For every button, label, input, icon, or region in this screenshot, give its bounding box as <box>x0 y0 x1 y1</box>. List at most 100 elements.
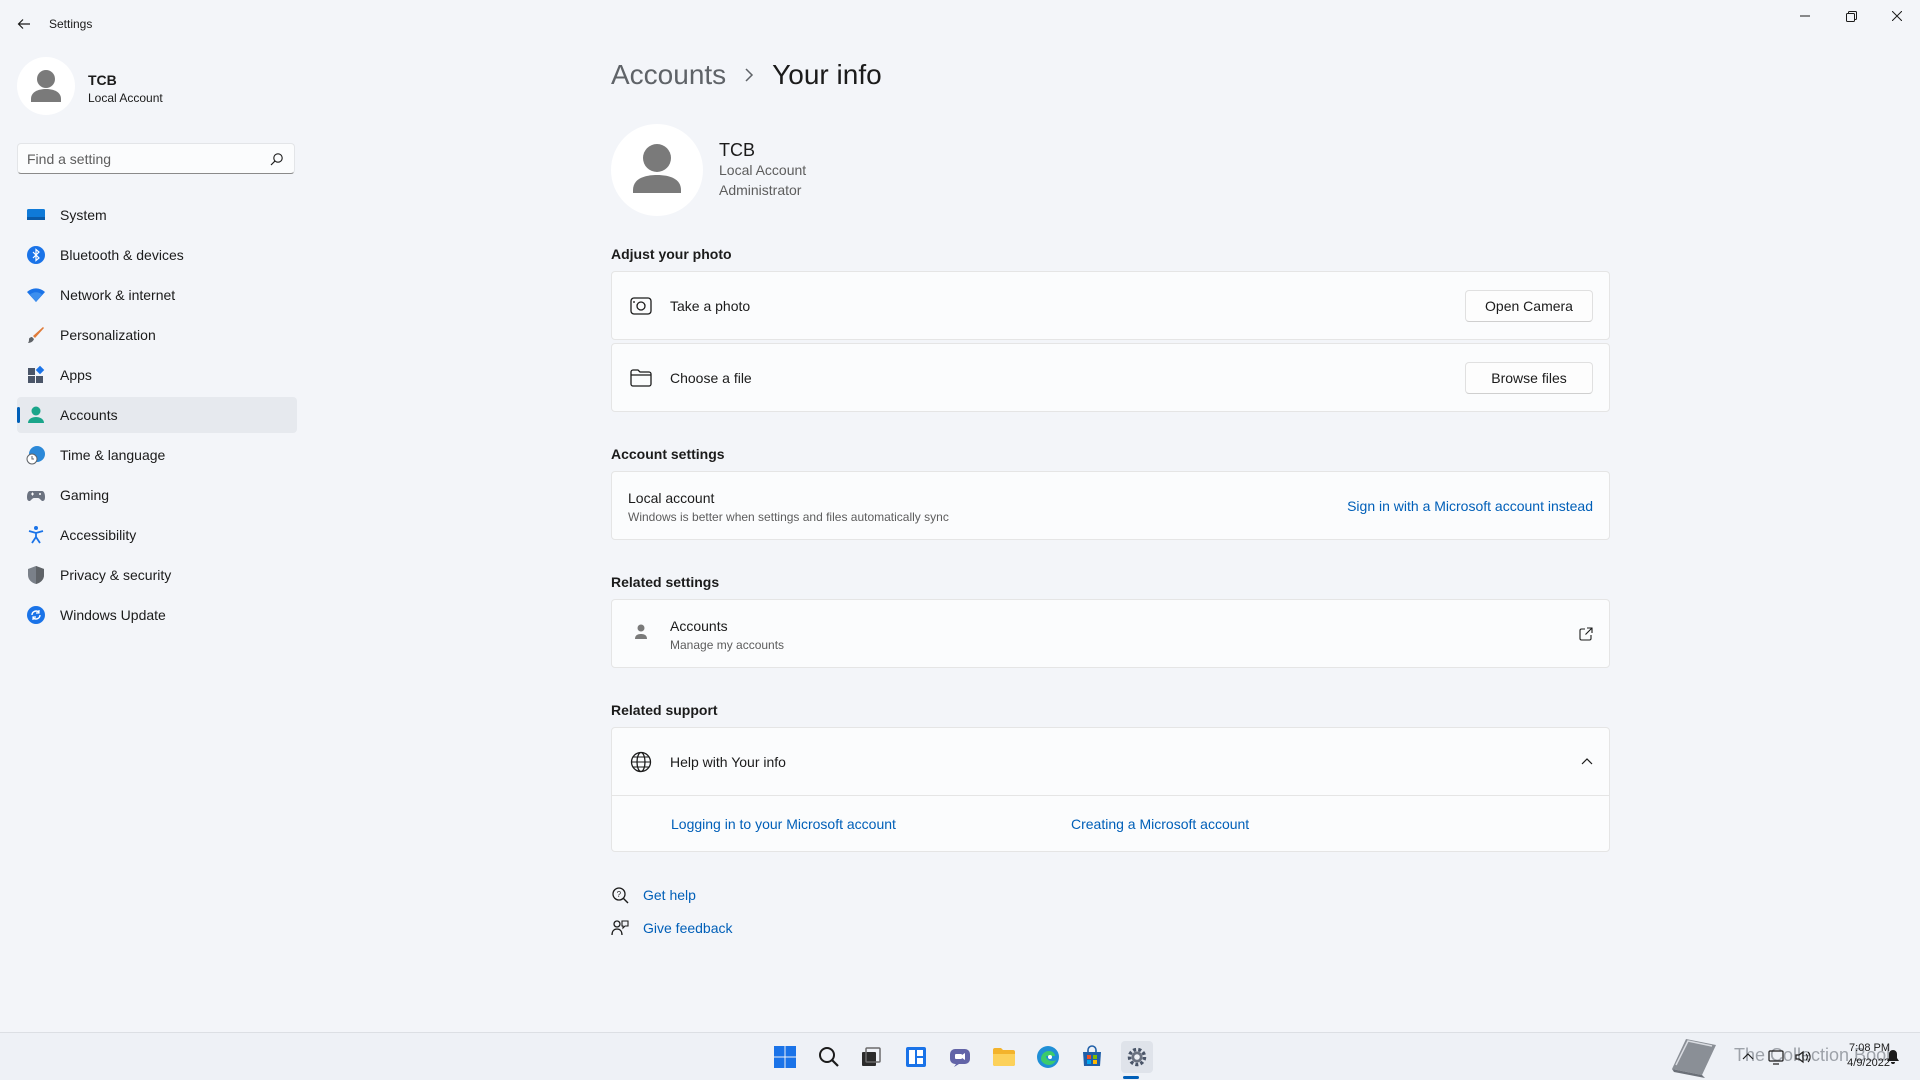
sidebar-item-accessibility[interactable]: Accessibility <box>17 517 297 553</box>
widgets-button[interactable] <box>900 1041 932 1073</box>
brush-icon <box>28 327 44 343</box>
globe-icon <box>630 751 652 773</box>
section-title-adjust-photo: Adjust your photo <box>611 246 732 262</box>
chevron-up-icon[interactable] <box>1581 756 1593 768</box>
give-feedback-link[interactable]: Give feedback <box>643 920 733 936</box>
sidebar-item-gaming[interactable]: Gaming <box>17 477 297 513</box>
related-accounts-card[interactable]: Accounts Manage my accounts <box>611 599 1610 668</box>
sidebar-item-bluetooth[interactable]: Bluetooth & devices <box>17 237 297 273</box>
choose-file-card: Choose a file Browse files <box>611 343 1610 412</box>
network-tray-icon[interactable] <box>1768 1049 1786 1065</box>
restore-button[interactable] <box>1828 0 1874 32</box>
minimize-button[interactable] <box>1782 0 1828 32</box>
help-link-logging-in[interactable]: Logging in to your Microsoft account <box>671 816 896 832</box>
browse-files-button[interactable]: Browse files <box>1465 362 1593 394</box>
system-icon <box>27 209 45 220</box>
volume-icon[interactable] <box>1794 1049 1812 1065</box>
choose-file-label: Choose a file <box>670 370 752 386</box>
close-button[interactable] <box>1874 0 1920 32</box>
help-your-info-card: Help with Your info Logging in to your M… <box>611 727 1610 852</box>
sidebar-item-label: Time & language <box>60 447 166 463</box>
chevron-up-icon[interactable] <box>1741 1050 1755 1064</box>
task-view-button[interactable] <box>855 1041 887 1073</box>
clock-globe-icon <box>26 446 45 465</box>
notification-bell-icon[interactable] <box>1885 1049 1901 1065</box>
edge-browser-icon <box>1037 1046 1059 1068</box>
sidebar-item-time-language[interactable]: Time & language <box>17 437 297 473</box>
minimize-icon <box>1800 15 1810 17</box>
settings-taskbar-button[interactable] <box>1121 1041 1153 1073</box>
user-role: Administrator <box>719 182 802 198</box>
breadcrumb-parent[interactable]: Accounts <box>611 59 726 91</box>
active-app-indicator <box>1123 1076 1139 1079</box>
svg-text:?: ? <box>617 890 622 899</box>
page-title: Your info <box>772 59 882 90</box>
sidebar-item-accounts[interactable]: Accounts <box>17 397 297 433</box>
windows-logo-icon <box>774 1046 796 1068</box>
folder-icon <box>993 1048 1015 1066</box>
clock-time: 7:08 PM <box>1849 1042 1890 1054</box>
profile-name: TCB <box>88 72 117 88</box>
help-link-creating-account[interactable]: Creating a Microsoft account <box>1071 816 1249 832</box>
chat-button[interactable] <box>944 1041 976 1073</box>
search-icon <box>819 1047 839 1067</box>
apps-icon <box>28 365 45 383</box>
chevron-right-icon <box>745 68 754 82</box>
search-input[interactable] <box>27 150 257 168</box>
sign-in-microsoft-link[interactable]: Sign in with a Microsoft account instead <box>1347 498 1593 514</box>
taskbar-search-button[interactable] <box>813 1041 845 1073</box>
get-help-link[interactable]: Get help <box>643 887 696 903</box>
shield-icon <box>28 566 44 584</box>
chat-icon <box>950 1049 970 1067</box>
start-button[interactable] <box>769 1041 801 1073</box>
accounts-icon <box>28 406 44 423</box>
back-button[interactable] <box>10 10 38 38</box>
search-icon[interactable] <box>270 152 284 166</box>
sidebar-item-apps[interactable]: Apps <box>17 357 297 393</box>
taskbar: The Collection Book 7:08 PM 4/9/2022 <box>0 1032 1920 1080</box>
store-button[interactable] <box>1076 1041 1108 1073</box>
help-your-info-header[interactable]: Help with Your info <box>612 728 1609 796</box>
section-title-related-support: Related support <box>611 702 718 718</box>
sidebar-item-label: Bluetooth & devices <box>60 247 184 263</box>
accessibility-icon <box>28 526 44 544</box>
take-photo-label: Take a photo <box>670 298 751 314</box>
user-avatar <box>611 124 703 216</box>
sidebar-item-label: Accounts <box>60 407 118 423</box>
user-silhouette-icon <box>31 70 61 102</box>
local-account-description: Windows is better when settings and file… <box>628 510 949 524</box>
local-account-label: Local account <box>628 490 715 506</box>
sidebar-item-privacy-security[interactable]: Privacy & security <box>17 557 297 593</box>
edge-button[interactable] <box>1032 1041 1064 1073</box>
sidebar-item-label: Apps <box>60 367 92 383</box>
sidebar-item-label: Windows Update <box>60 607 166 623</box>
external-link-icon <box>1579 627 1593 641</box>
related-accounts-description: Manage my accounts <box>670 638 785 652</box>
sidebar-item-label: Gaming <box>60 487 110 503</box>
search-box[interactable] <box>17 143 295 174</box>
app-title: Settings <box>49 17 93 31</box>
sidebar-item-label: Personalization <box>60 327 156 343</box>
get-help-icon: ? <box>612 887 629 904</box>
user-name: TCB <box>719 140 755 160</box>
sidebar-item-personalization[interactable]: Personalization <box>17 317 297 353</box>
breadcrumb: Accounts Your info <box>611 55 882 95</box>
sidebar-item-windows-update[interactable]: Windows Update <box>17 597 297 633</box>
restore-icon <box>1845 10 1857 22</box>
profile-avatar[interactable] <box>17 57 75 115</box>
sidebar-item-network[interactable]: Network & internet <box>17 277 297 313</box>
task-view-icon <box>862 1047 881 1066</box>
local-account-card: Local account Windows is better when set… <box>611 471 1610 540</box>
open-camera-button[interactable]: Open Camera <box>1465 290 1593 322</box>
file-explorer-button[interactable] <box>988 1041 1020 1073</box>
user-account-type: Local Account <box>719 162 807 178</box>
sidebar-item-system[interactable]: System <box>17 197 297 233</box>
person-icon <box>635 624 647 639</box>
update-icon <box>27 606 45 624</box>
section-title-related-settings: Related settings <box>611 574 720 590</box>
clock[interactable]: 7:08 PM 4/9/2022 <box>1847 1041 1890 1071</box>
sidebar-item-label: System <box>60 207 107 223</box>
close-icon <box>1892 11 1902 21</box>
title-bar: Settings <box>0 0 1920 48</box>
wifi-icon <box>27 288 45 302</box>
